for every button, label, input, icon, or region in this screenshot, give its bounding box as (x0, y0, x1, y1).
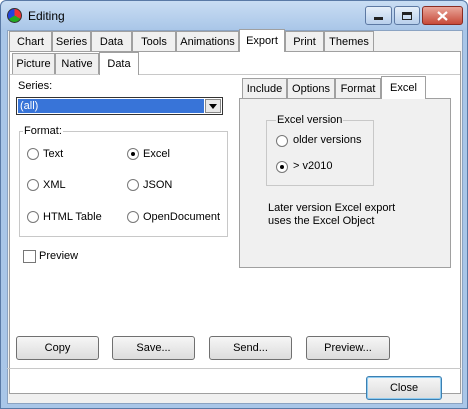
tab-themes[interactable]: Themes (324, 31, 374, 52)
subtab-data[interactable]: Data (99, 52, 139, 75)
format-xml-label: XML (43, 179, 66, 191)
tab-format[interactable]: Format (335, 78, 381, 99)
series-label: Series: (18, 80, 53, 92)
title-bar[interactable]: Editing (1, 1, 467, 30)
v2010-label: > v2010 (293, 160, 333, 172)
tab-excel[interactable]: Excel (381, 76, 426, 99)
format-excel-label: Excel (143, 148, 170, 160)
format-html-table-radio[interactable] (27, 211, 39, 223)
maximize-button[interactable] (394, 6, 420, 25)
format-label: Format: (23, 125, 63, 137)
send-button[interactable]: Send... (209, 336, 292, 360)
preview-button[interactable]: Preview... (306, 336, 390, 360)
preview-checkbox[interactable] (23, 250, 36, 263)
tab-chart[interactable]: Chart (9, 31, 52, 52)
series-selected-value: (all) (17, 98, 205, 114)
dropdown-button[interactable] (205, 99, 221, 113)
format-text-label: Text (43, 148, 64, 160)
tab-include[interactable]: Include (242, 78, 287, 99)
format-excel-radio[interactable] (127, 148, 139, 160)
preview-checkbox-label: Preview (39, 250, 79, 262)
subtab-picture[interactable]: Picture (12, 53, 55, 74)
tab-data[interactable]: Data (91, 31, 132, 52)
format-json-label: JSON (143, 179, 173, 191)
save-button[interactable]: Save... (112, 336, 195, 360)
tab-tools[interactable]: Tools (132, 31, 176, 52)
minimize-button[interactable] (365, 6, 392, 25)
close-window-button[interactable] (422, 6, 463, 25)
copy-button[interactable]: Copy (16, 336, 99, 360)
subtab-native[interactable]: Native (55, 53, 99, 74)
excel-note-line2: uses the Excel Object (268, 215, 375, 227)
maximize-icon (402, 11, 412, 20)
tab-export[interactable]: Export (239, 29, 285, 52)
excel-version-label: Excel version (276, 114, 344, 126)
format-json-radio[interactable] (127, 179, 139, 191)
older-versions-label: older versions (293, 134, 362, 146)
tab-series[interactable]: Series (52, 31, 91, 52)
older-versions-radio[interactable] (276, 135, 288, 147)
format-opendocument-radio[interactable] (127, 211, 139, 223)
window-title: Editing (28, 9, 65, 23)
chevron-down-icon (209, 103, 217, 109)
close-button[interactable]: Close (366, 376, 442, 400)
tab-animations[interactable]: Animations (176, 31, 239, 52)
excel-version-group (266, 120, 374, 186)
excel-note-line1: Later version Excel export (268, 202, 396, 214)
format-text-radio[interactable] (27, 148, 39, 160)
footer-divider (7, 368, 461, 369)
minimize-icon (374, 17, 383, 20)
v2010-radio[interactable] (276, 161, 288, 173)
format-xml-radio[interactable] (27, 179, 39, 191)
format-opendocument-label: OpenDocument (143, 211, 221, 223)
series-dropdown[interactable]: (all) (16, 97, 223, 115)
tab-print[interactable]: Print (285, 31, 324, 52)
subtab-divider (10, 74, 460, 75)
tab-options[interactable]: Options (287, 78, 335, 99)
close-icon (437, 10, 448, 21)
app-icon (7, 8, 22, 23)
format-html-table-label: HTML Table (43, 211, 102, 223)
